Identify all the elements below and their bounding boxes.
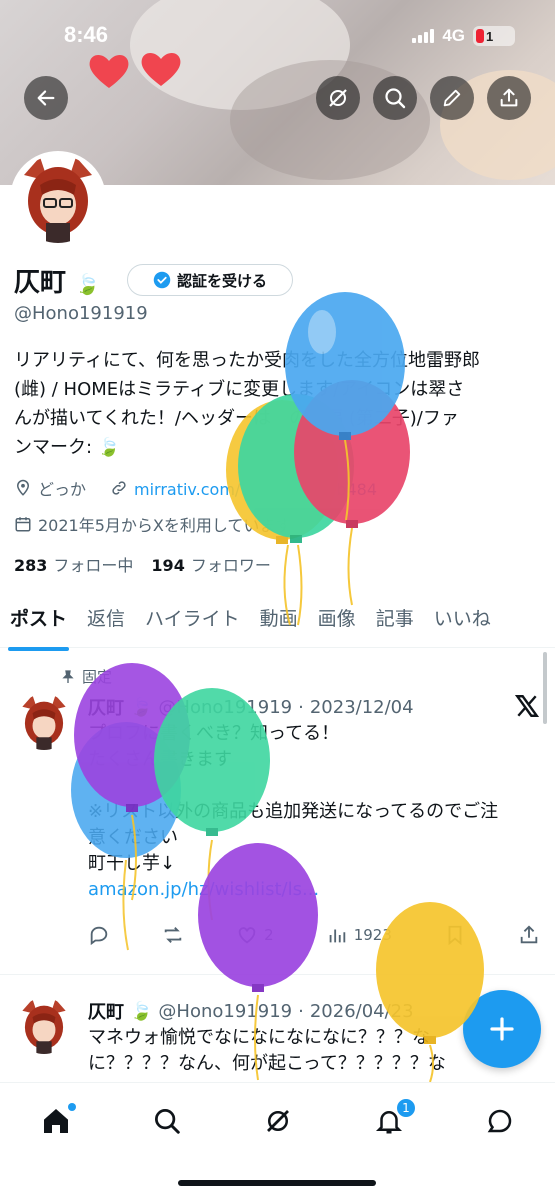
- post-divider: [0, 974, 555, 975]
- follow-stats: 283 フォロー中 194 フォロワー: [14, 552, 271, 576]
- pinned-post-text[interactable]: プロフに書くべき？知ってる！ たくさん書きます ※リスト以外の商品も追加発送にな…: [88, 721, 543, 903]
- grok-icon: [329, 89, 347, 107]
- fox-girl-avatar-icon: [24, 157, 92, 243]
- search-icon: [385, 88, 406, 109]
- reply-icon: [90, 926, 108, 946]
- share-icon: [500, 88, 518, 107]
- heart-sticker-icon: [141, 52, 181, 86]
- second-post-text[interactable]: マネウォ愉悦でなになになになに？？？な に？？？？なん、何が起こって？？？？？な: [88, 1025, 508, 1077]
- fox-girl-avatar-icon: [22, 999, 66, 1054]
- tab-posts[interactable]: ポスト: [0, 596, 77, 651]
- views-button[interactable]: 1923: [326, 924, 392, 946]
- edit-button[interactable]: [430, 76, 474, 120]
- bookmark-icon: [448, 925, 462, 946]
- link-icon: [112, 481, 126, 495]
- verified-badge-icon: [153, 271, 171, 289]
- profile-avatar[interactable]: [10, 151, 106, 247]
- compose-post-button[interactable]: [463, 990, 541, 1068]
- nav-messages[interactable]: [480, 1101, 520, 1141]
- bookmark-button[interactable]: [444, 924, 466, 946]
- back-button[interactable]: [24, 76, 68, 120]
- search-button[interactable]: [373, 76, 417, 120]
- nav-grok[interactable]: [258, 1101, 298, 1141]
- following-link[interactable]: 283 フォロー中: [14, 552, 133, 576]
- profile-tabs: ポスト 返信 ハイライト 動画 画像 記事 いいね: [0, 596, 555, 651]
- repost-icon: [164, 927, 182, 943]
- pencil-icon: [443, 89, 461, 107]
- profile-bio: リアリティにて、何を思ったか受肉をした全方位地雷野郎 (雌) / HOMEはミラ…: [14, 350, 481, 458]
- nav-home[interactable]: [36, 1101, 76, 1141]
- network-label: 4G: [442, 26, 465, 45]
- share-icon: [520, 925, 538, 944]
- pinned-indicator: 固定: [60, 666, 112, 687]
- message-icon: [487, 1109, 512, 1133]
- second-post-header: 仄町 🍃 @Hono191919 · 2026/04/23: [88, 1000, 414, 1024]
- home-indicator[interactable]: [178, 1180, 376, 1186]
- x-logo-icon: [514, 695, 540, 717]
- grok-button[interactable]: [316, 76, 360, 120]
- profile-website[interactable]: mirrativ.com/ b484: [110, 476, 377, 500]
- location-pin-icon: [16, 479, 30, 496]
- profile-handle: @Hono191919: [14, 303, 148, 324]
- search-icon: [155, 1109, 180, 1134]
- tab-photos[interactable]: 画像: [308, 596, 366, 647]
- signal-icon: [412, 29, 435, 43]
- arrow-left-icon: [37, 90, 55, 106]
- share-button[interactable]: [487, 76, 531, 120]
- leaf-icon: 🍃: [75, 272, 100, 296]
- profile-location: どっか: [14, 476, 86, 500]
- nav-notifications[interactable]: 1: [369, 1097, 417, 1141]
- repost-button[interactable]: [162, 924, 184, 946]
- tab-articles[interactable]: 記事: [366, 596, 424, 647]
- get-verified-button[interactable]: 認証を受ける: [127, 264, 293, 296]
- reply-button[interactable]: [88, 924, 110, 946]
- followers-link[interactable]: 194 フォロワー: [151, 552, 270, 576]
- notification-badge: 1: [395, 1097, 417, 1119]
- heart-sticker-icon: [89, 54, 129, 88]
- status-indicators: 4G 1: [412, 26, 515, 46]
- like-button[interactable]: 2: [236, 924, 274, 946]
- pin-icon: [62, 669, 74, 683]
- pinned-post-header: 仄町 🍃 @Hono191919 · 2023/12/04: [88, 696, 414, 720]
- tab-replies[interactable]: 返信: [77, 596, 135, 647]
- tab-highlights[interactable]: ハイライト: [135, 596, 250, 647]
- battery-icon: 1: [473, 26, 515, 46]
- home-unread-dot: [68, 1103, 76, 1111]
- plus-icon: [490, 1017, 514, 1041]
- calendar-icon: [15, 517, 31, 532]
- analytics-icon: [329, 929, 345, 943]
- post-share-button[interactable]: [518, 924, 540, 946]
- home-icon: [44, 1109, 68, 1133]
- post-avatar[interactable]: [16, 694, 72, 750]
- fox-girl-avatar-icon: [22, 695, 66, 750]
- status-time: 8:46: [64, 22, 109, 47]
- grok-icon: [267, 1110, 289, 1132]
- wishlist-link[interactable]: amazon.jp/hz/wishlist/ls...: [88, 877, 543, 903]
- profile-joined: 2021年5月からXを利用しています: [14, 512, 291, 536]
- profile-name: 仄町 🍃: [14, 268, 100, 298]
- scrollbar[interactable]: [543, 652, 547, 724]
- heart-icon: [238, 927, 256, 944]
- pinned-post-actions: 2 1923: [88, 924, 540, 946]
- post-avatar[interactable]: [16, 998, 72, 1054]
- tab-videos[interactable]: 動画: [250, 596, 308, 647]
- tab-likes[interactable]: いいね: [424, 596, 501, 647]
- nav-search[interactable]: [147, 1101, 187, 1141]
